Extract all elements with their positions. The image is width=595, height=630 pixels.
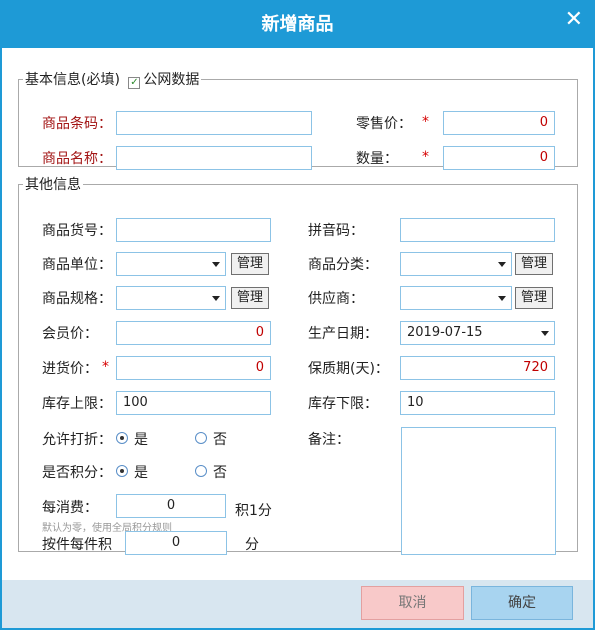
manage-unit-button[interactable]: 管理: [231, 253, 269, 275]
chevron-down-icon: [541, 331, 549, 336]
production-date-value: 2019-07-15: [407, 325, 483, 340]
stock-min-input[interactable]: 10: [400, 391, 555, 415]
unit-select[interactable]: [116, 252, 226, 276]
ok-button[interactable]: 确定: [471, 586, 573, 620]
category-label: 商品分类：: [308, 257, 378, 273]
product-name-input[interactable]: [116, 146, 312, 170]
points-no-label: 否: [213, 465, 227, 481]
category-select[interactable]: [400, 252, 512, 276]
other-info-legend: 其他信息: [25, 177, 81, 193]
per-item-unit: 分: [245, 537, 259, 553]
retail-price-input[interactable]: 0: [443, 111, 555, 135]
basic-info-legend: 基本信息(必填) ✓ 公网数据: [23, 69, 201, 89]
manage-category-button[interactable]: 管理: [515, 253, 553, 275]
barcode-input[interactable]: [116, 111, 312, 135]
quantity-label: 数量：: [356, 151, 398, 167]
per-spend-input[interactable]: 0: [116, 494, 226, 518]
discount-yes-label: 是: [134, 432, 148, 448]
sku-label: 商品货号：: [42, 223, 112, 239]
stock-max-label: 库存上限：: [42, 396, 112, 412]
points-yes-label: 是: [134, 465, 148, 481]
discount-label: 允许打折：: [42, 432, 112, 448]
points-no-radio[interactable]: [195, 465, 207, 477]
quantity-input[interactable]: 0: [443, 146, 555, 170]
member-price-label: 会员价：: [42, 326, 98, 342]
discount-no-radio[interactable]: [195, 432, 207, 444]
purchase-price-label: 进货价：: [42, 361, 98, 377]
barcode-label: 商品条码：: [42, 116, 112, 132]
member-price-input[interactable]: 0: [116, 321, 271, 345]
dialog-footer: 取消 确定: [2, 580, 593, 628]
spec-select[interactable]: [116, 286, 226, 310]
pinyin-label: 拼音码：: [308, 223, 364, 239]
per-item-input[interactable]: 0: [125, 531, 227, 555]
remark-label: 备注：: [308, 432, 350, 448]
chevron-down-icon: [212, 262, 220, 267]
close-icon[interactable]: ✕: [565, 9, 583, 31]
shelf-life-input[interactable]: 720: [400, 356, 555, 380]
points-label: 是否积分：: [42, 465, 112, 481]
dialog-title: 新增商品: [261, 14, 334, 35]
chevron-down-icon: [498, 262, 506, 267]
purchase-required-mark: *: [102, 359, 109, 375]
production-date-picker[interactable]: 2019-07-15: [400, 321, 555, 345]
public-data-label: 公网数据: [143, 72, 200, 88]
quantity-required-mark: *: [422, 149, 429, 165]
per-spend-unit: 积1分: [235, 503, 272, 519]
discount-no-label: 否: [213, 432, 227, 448]
chevron-down-icon: [498, 296, 506, 301]
chevron-down-icon: [212, 296, 220, 301]
points-yes-radio[interactable]: [116, 465, 128, 477]
manage-supplier-button[interactable]: 管理: [515, 287, 553, 309]
public-data-checkbox[interactable]: ✓: [128, 77, 141, 89]
retail-required-mark: *: [422, 114, 429, 130]
remark-textarea[interactable]: [401, 427, 556, 555]
spec-label: 商品规格：: [42, 291, 112, 307]
cancel-button[interactable]: 取消: [361, 586, 464, 620]
title-bar: 新增商品 ✕: [2, 2, 593, 48]
other-info-group: 其他信息 商品货号： 拼音码： 商品单位： 管理 商品分类： 管理 商品规格： …: [18, 174, 578, 555]
unit-label: 商品单位：: [42, 257, 112, 273]
purchase-price-input[interactable]: 0: [116, 356, 271, 380]
production-date-label: 生产日期：: [308, 326, 378, 342]
supplier-label: 供应商：: [308, 291, 364, 307]
basic-info-group: 基本信息(必填) ✓ 公网数据 商品条码： 零售价： * 0 商品名称： 数量： …: [18, 69, 578, 170]
per-item-label: 按件每件积: [42, 537, 112, 553]
manage-spec-button[interactable]: 管理: [231, 287, 269, 309]
stock-max-input[interactable]: 100: [116, 391, 271, 415]
pinyin-input[interactable]: [400, 218, 555, 242]
supplier-select[interactable]: [400, 286, 512, 310]
product-name-label: 商品名称：: [42, 151, 112, 167]
shelf-life-label: 保质期(天)：: [308, 361, 389, 377]
basic-info-title: 基本信息(必填): [25, 72, 120, 88]
retail-price-label: 零售价：: [356, 116, 412, 132]
stock-min-label: 库存下限：: [308, 396, 378, 412]
sku-input[interactable]: [116, 218, 271, 242]
per-spend-label: 每消费：: [42, 500, 98, 516]
discount-yes-radio[interactable]: [116, 432, 128, 444]
add-product-dialog: 新增商品 ✕ 基本信息(必填) ✓ 公网数据 商品条码： 零售价： * 0 商品名…: [0, 0, 595, 630]
